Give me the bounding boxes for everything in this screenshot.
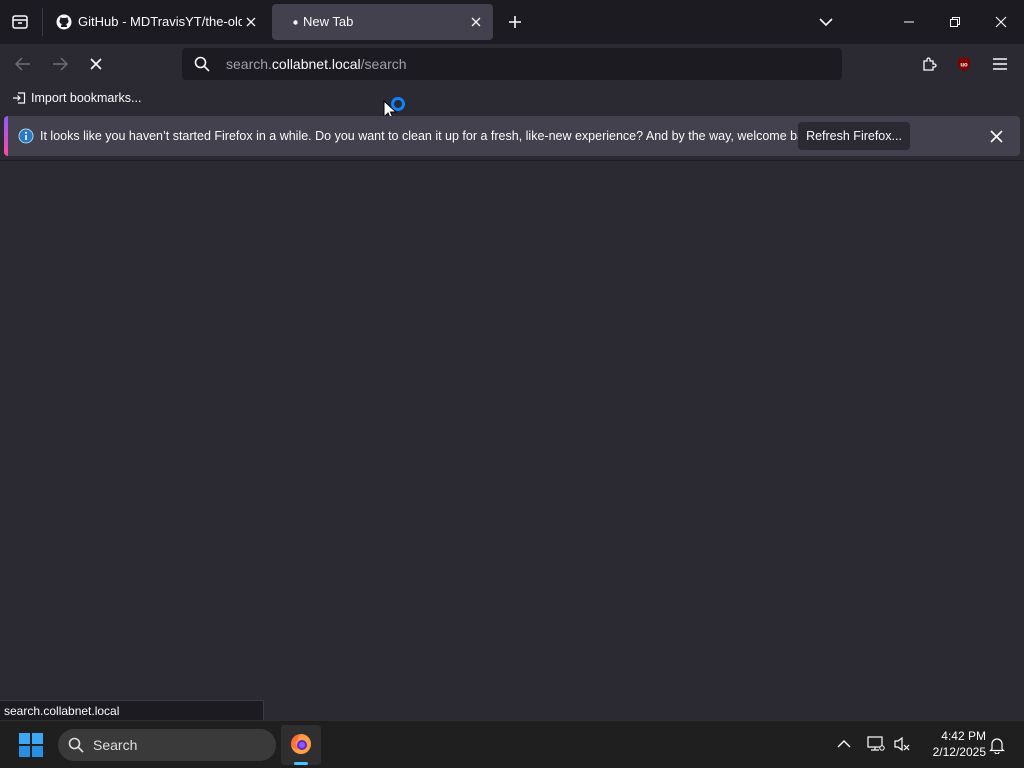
notification-bell-icon[interactable] (987, 735, 1007, 755)
taskbar-firefox[interactable] (281, 725, 321, 765)
tab-title: GitHub - MDTravisYT/the-old-c (78, 14, 242, 29)
clock-date: 2/12/2025 (932, 745, 986, 759)
chevron-up-icon[interactable] (835, 735, 853, 753)
back-icon[interactable] (10, 52, 36, 76)
tab-title: New Tab (303, 14, 354, 29)
status-bar: search.collabnet.local (0, 700, 264, 721)
notification-accent (4, 116, 8, 156)
bookmarks-toolbar: Import bookmarks... (0, 84, 1024, 121)
active-indicator (294, 762, 308, 765)
notification-bar: It looks like you haven’t started Firefo… (4, 116, 1020, 156)
system-clock[interactable]: 4:42 PM 2/12/2025 (918, 728, 986, 760)
close-window-icon[interactable] (986, 8, 1016, 36)
forward-icon[interactable] (47, 52, 73, 76)
list-all-tabs-icon[interactable] (814, 10, 838, 34)
extensions-icon[interactable] (916, 52, 942, 76)
close-notification-icon[interactable] (986, 126, 1006, 146)
new-tab-icon[interactable] (503, 10, 527, 34)
url-path: /search (360, 56, 407, 72)
import-bookmarks-button[interactable]: Import bookmarks... (12, 89, 141, 107)
url-bar[interactable]: search.collabnet.local/search (182, 48, 842, 80)
close-tab-icon[interactable] (467, 12, 485, 32)
page-content (0, 160, 1024, 720)
search-icon (194, 56, 210, 72)
clock-time: 4:42 PM (941, 729, 986, 743)
url-prefix: search. (226, 56, 272, 72)
firefox-icon (290, 733, 312, 755)
taskbar-search-label: Search (93, 737, 138, 753)
menu-icon[interactable] (988, 52, 1012, 76)
loading-dot-icon (292, 19, 298, 25)
import-icon (12, 91, 26, 105)
search-icon (68, 737, 84, 753)
navigation-toolbar: search.collabnet.local/search uo (0, 44, 1024, 84)
taskbar-search[interactable]: Search (58, 729, 276, 761)
taskbar: Search 4:42 PM 2/12/2025 (0, 720, 1024, 768)
url-host: collabnet.local (271, 56, 361, 72)
windows-start-icon[interactable] (18, 732, 44, 758)
tab-github[interactable]: GitHub - MDTravisYT/the-old-c (44, 4, 264, 40)
import-bookmarks-label: Import bookmarks... (31, 91, 142, 105)
firefox-view-icon[interactable] (8, 10, 32, 34)
ublock-label: uo (960, 63, 968, 69)
stop-icon[interactable] (83, 52, 109, 76)
close-tab-icon[interactable] (242, 12, 260, 32)
notification-message: It looks like you haven’t started Firefo… (40, 129, 821, 143)
info-icon (18, 128, 34, 144)
refresh-firefox-button[interactable]: Refresh Firefox... (798, 122, 910, 150)
tab-divider (42, 8, 43, 36)
github-icon (56, 14, 72, 30)
tab-new-tab[interactable]: New Tab (272, 4, 493, 40)
volume-muted-icon[interactable] (892, 735, 912, 753)
url-text: search.collabnet.local/search (226, 56, 407, 72)
tab-strip: GitHub - MDTravisYT/the-old-c New Tab (0, 0, 1024, 44)
restore-icon[interactable] (940, 8, 970, 36)
network-icon[interactable] (866, 735, 886, 753)
ublock-origin-icon[interactable]: uo (952, 52, 976, 76)
minimize-icon[interactable] (894, 8, 924, 36)
